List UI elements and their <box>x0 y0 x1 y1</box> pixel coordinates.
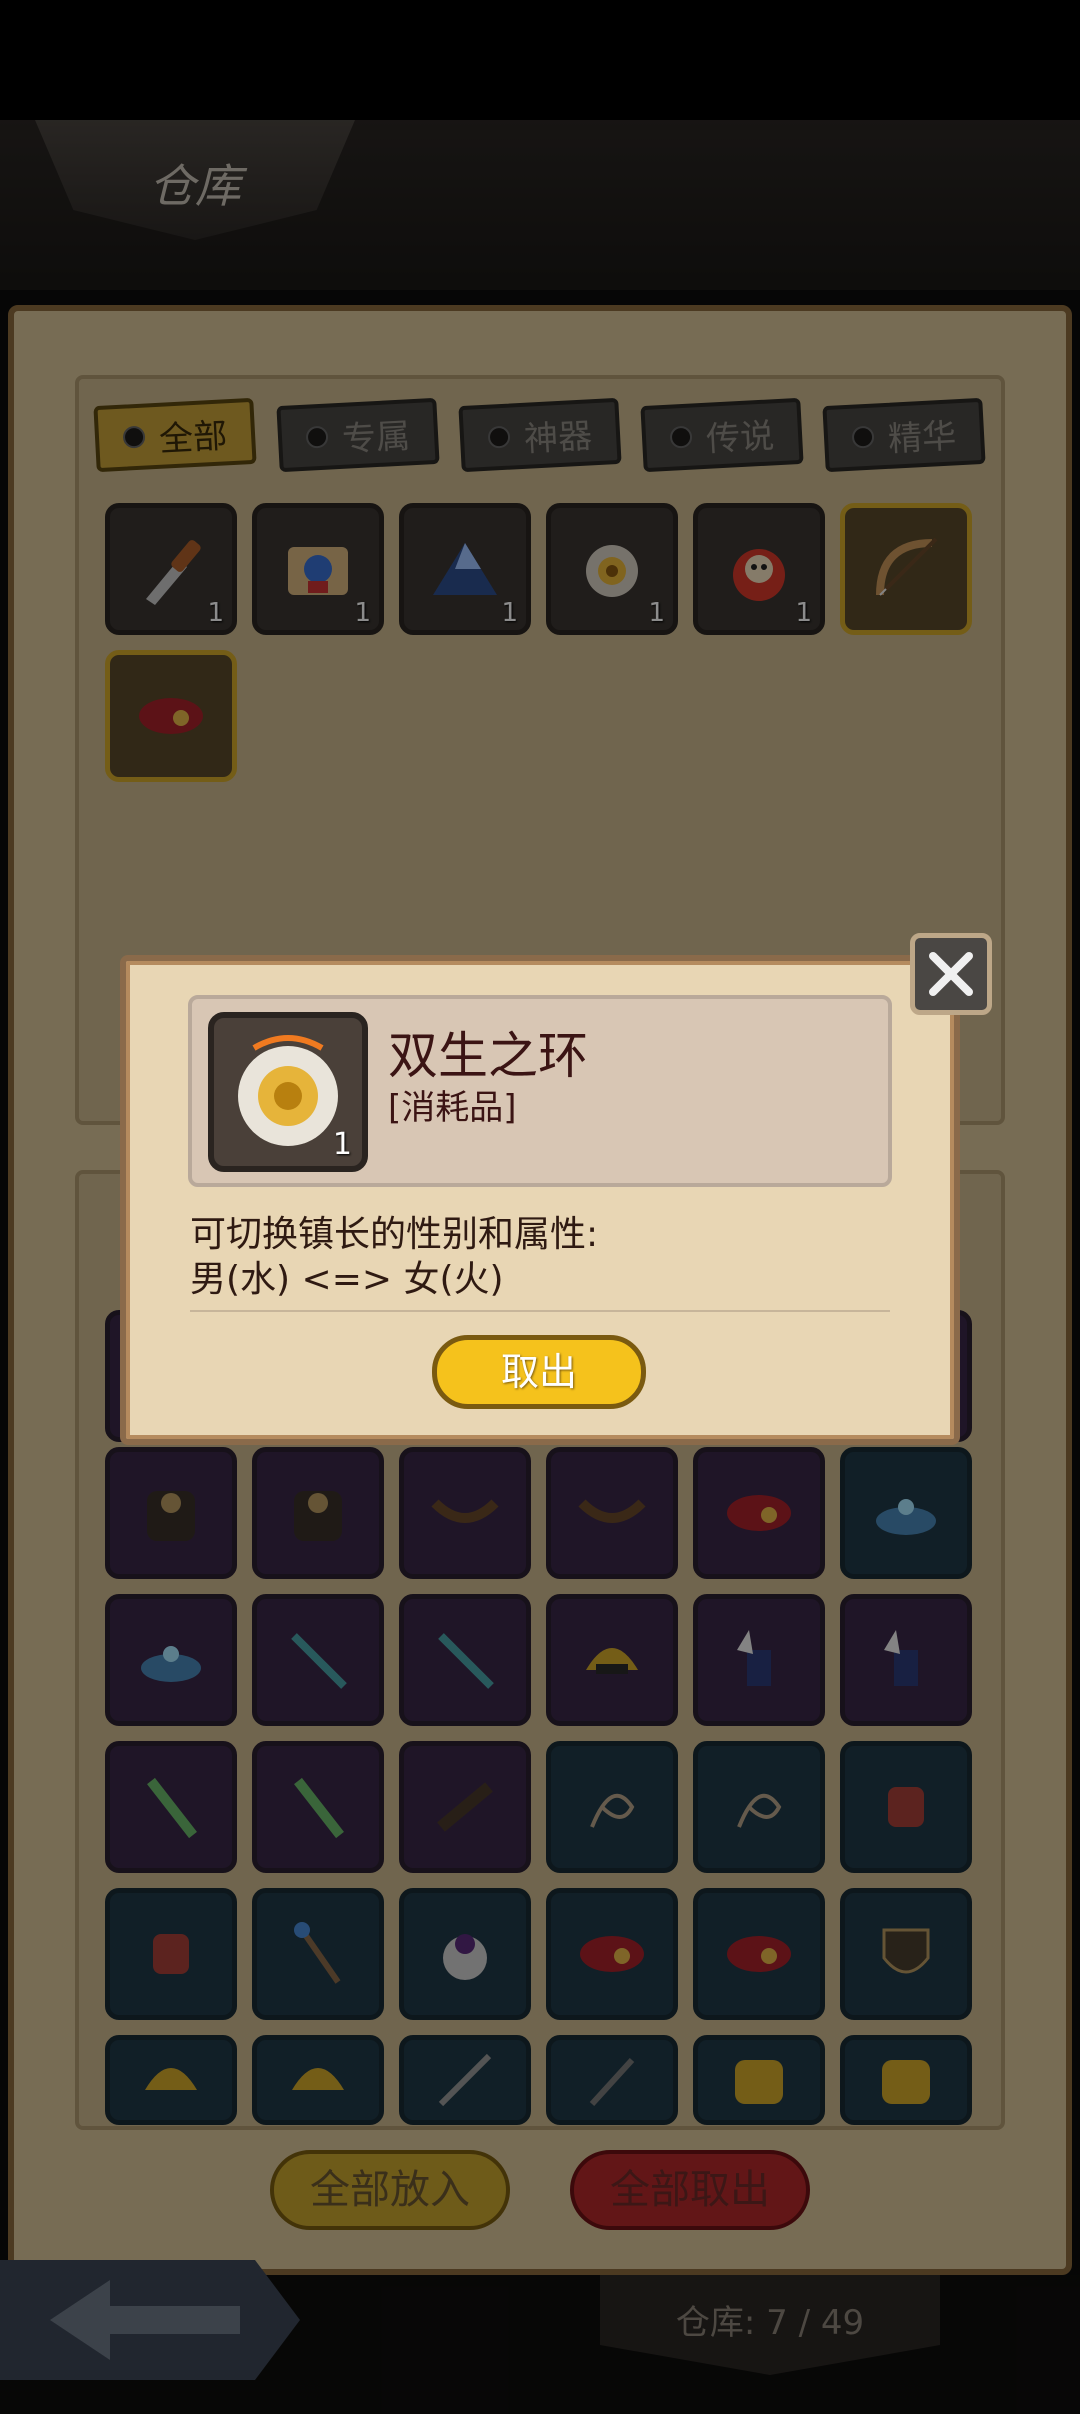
divider <box>190 1310 890 1312</box>
close-icon <box>929 952 973 996</box>
item-count: 1 <box>332 1127 352 1162</box>
item-description: 男(水) <=> 女(火) <box>190 1259 504 1300</box>
close-button[interactable] <box>910 933 992 1015</box>
withdraw-button[interactable]: 取出 <box>432 1335 646 1409</box>
item-name: 双生之环 <box>388 1027 588 1085</box>
item-type: [消耗品] <box>388 1088 517 1128</box>
item-icon-frame: 1 <box>208 1012 368 1172</box>
